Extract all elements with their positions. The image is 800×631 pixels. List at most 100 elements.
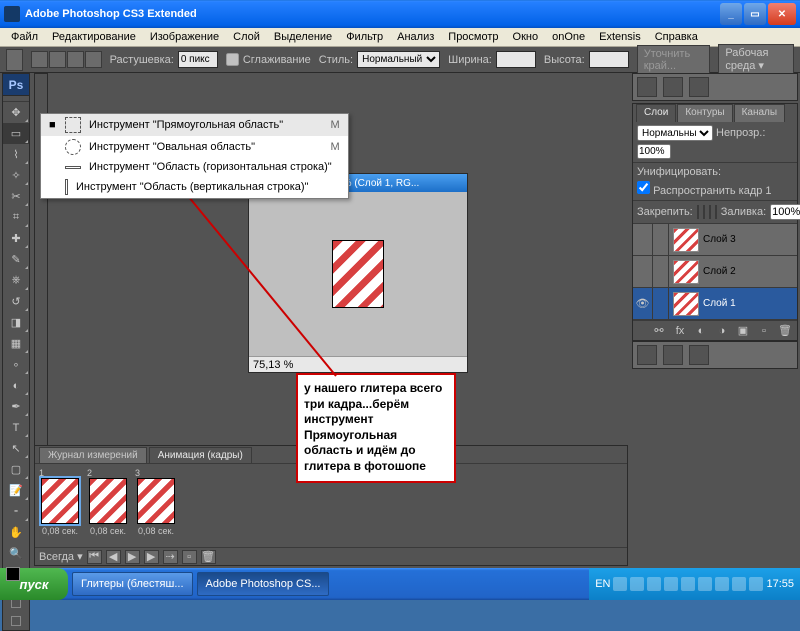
tab-measurement-log[interactable]: Журнал измерений [39,447,147,463]
navigator-icon[interactable] [637,77,657,97]
blur-tool[interactable]: ∘ [3,354,29,375]
fg-color[interactable] [6,567,20,581]
lasso-tool[interactable]: ⌇ [3,144,29,165]
visibility-icon[interactable] [633,256,653,287]
delete-layer-button[interactable]: 🗑 [777,323,793,339]
antialias-check[interactable]: Сглаживание [226,53,311,66]
history-brush-tool[interactable]: ↺ [3,291,29,312]
heal-tool[interactable]: ✚ [3,228,29,249]
lock-trans-icon[interactable] [697,205,699,219]
tray-icon[interactable] [732,577,746,591]
tray-icon[interactable] [749,577,763,591]
tray-icon[interactable] [664,577,678,591]
color-panel-icon[interactable] [637,345,657,365]
swatches-panel-icon[interactable] [663,345,683,365]
layer-row[interactable]: 👁Слой 1 [633,288,797,320]
zoom-readout[interactable]: 75,13 % [253,359,293,371]
tab-animation[interactable]: Анимация (кадры) [149,447,252,463]
document-canvas[interactable] [249,192,467,356]
sel-mode-new[interactable] [31,51,48,68]
maximize-button[interactable]: ▭ [744,3,766,25]
group-button[interactable]: ▣ [735,323,751,339]
new-frame-button[interactable]: ▫ [182,550,197,564]
layer-row[interactable]: Слой 3 [633,224,797,256]
lang-indicator[interactable]: EN [595,578,610,590]
tab-channels[interactable]: Каналы [734,104,786,122]
visibility-icon[interactable] [633,224,653,255]
collapsed-panel-row-2[interactable] [633,342,797,368]
sel-mode-add[interactable] [49,51,66,68]
menu-edit[interactable]: Редактирование [45,29,143,45]
wand-tool[interactable]: ✧ [3,165,29,186]
prev-frame-button[interactable]: ◀ [106,550,121,564]
next-frame-button[interactable]: ▶ [144,550,159,564]
document-window[interactable]: Безимени-3 @ 75,1% (Слой 1, RG... 75,13 … [248,173,468,373]
new-layer-button[interactable]: ▫ [756,323,772,339]
menu-view[interactable]: Просмотр [441,29,505,45]
layer-row[interactable]: Слой 2 [633,256,797,288]
menu-onone[interactable]: onOne [545,29,592,45]
tray-icon[interactable] [630,577,644,591]
refine-edge-button[interactable]: Уточнить край... [637,45,711,75]
ps-logo[interactable]: Ps [3,74,29,96]
play-button[interactable]: ▶ [125,550,140,564]
tray-icon[interactable] [698,577,712,591]
fill-input[interactable] [770,204,800,220]
dodge-tool[interactable]: ◐ [3,375,29,396]
clock[interactable]: 17:55 [766,578,794,590]
eyedropper-tool[interactable]: ⁃ [3,501,29,522]
flyout-col-marquee[interactable]: Инструмент "Область (вертикальная строка… [41,176,348,198]
path-sel-tool[interactable]: ↖ [3,438,29,459]
delete-frame-button[interactable]: 🗑 [201,550,216,564]
notes-tool[interactable]: 📝 [3,480,29,501]
current-tool-icon[interactable] [6,49,23,71]
marquee-tool[interactable]: ▭ [3,123,29,144]
tray-icon[interactable] [715,577,729,591]
crop-tool[interactable]: ✂ [3,186,29,207]
hand-tool[interactable]: ✋ [3,522,29,543]
loop-select[interactable]: Всегда ▾ [39,550,83,563]
visibility-icon[interactable]: 👁 [633,288,653,319]
menu-image[interactable]: Изображение [143,29,226,45]
minimize-button[interactable]: _ [720,3,742,25]
opacity-input[interactable] [637,144,671,159]
system-tray[interactable]: EN 17:55 [589,568,800,600]
type-tool[interactable]: T [3,417,29,438]
task-button[interactable]: Глитеры (блестяш... [72,572,193,596]
pen-tool[interactable]: ✒ [3,396,29,417]
close-button[interactable]: ✕ [768,3,796,25]
slice-tool[interactable]: ⌗ [3,207,29,228]
histogram-icon[interactable] [663,77,683,97]
workspace-menu[interactable]: Рабочая среда ▾ [718,44,794,75]
style-select[interactable]: Нормальный [357,51,440,68]
menu-filter[interactable]: Фильтр [339,29,390,45]
lock-pos-icon[interactable] [709,205,711,219]
flyout-row-marquee[interactable]: Инструмент "Область (горизонтальная стро… [41,158,348,176]
gradient-tool[interactable]: ▦ [3,333,29,354]
frame-3[interactable]: 30,08 сек. [135,468,177,543]
sel-mode-sub[interactable] [67,51,84,68]
tab-layers[interactable]: Слои [636,104,676,122]
tab-paths[interactable]: Контуры [677,104,732,122]
mask-button[interactable]: ◐ [693,323,709,339]
adjustment-button[interactable]: ◑ [714,323,730,339]
sel-mode-int[interactable] [85,51,102,68]
flyout-rect-marquee[interactable]: ■Инструмент "Прямоугольная область"M [41,114,348,136]
menu-window[interactable]: Окно [506,29,546,45]
stamp-tool[interactable]: ⎈ [3,270,29,291]
lock-pixels-icon[interactable] [703,205,705,219]
screenmode-toggle[interactable] [3,612,29,630]
flyout-ellipse-marquee[interactable]: Инструмент "Овальная область"M [41,136,348,158]
blend-mode-select[interactable]: Нормальный [637,125,713,141]
tray-icon[interactable] [647,577,661,591]
zoom-tool[interactable]: 🔍 [3,543,29,564]
info-icon[interactable] [689,77,709,97]
menu-help[interactable]: Справка [648,29,705,45]
menu-file[interactable]: Файл [4,29,45,45]
fx-button[interactable]: fx [672,323,688,339]
feather-input[interactable] [178,51,218,68]
menu-extensis[interactable]: Extensis [592,29,648,45]
tray-icon[interactable] [681,577,695,591]
menu-layer[interactable]: Слой [226,29,267,45]
styles-panel-icon[interactable] [689,345,709,365]
